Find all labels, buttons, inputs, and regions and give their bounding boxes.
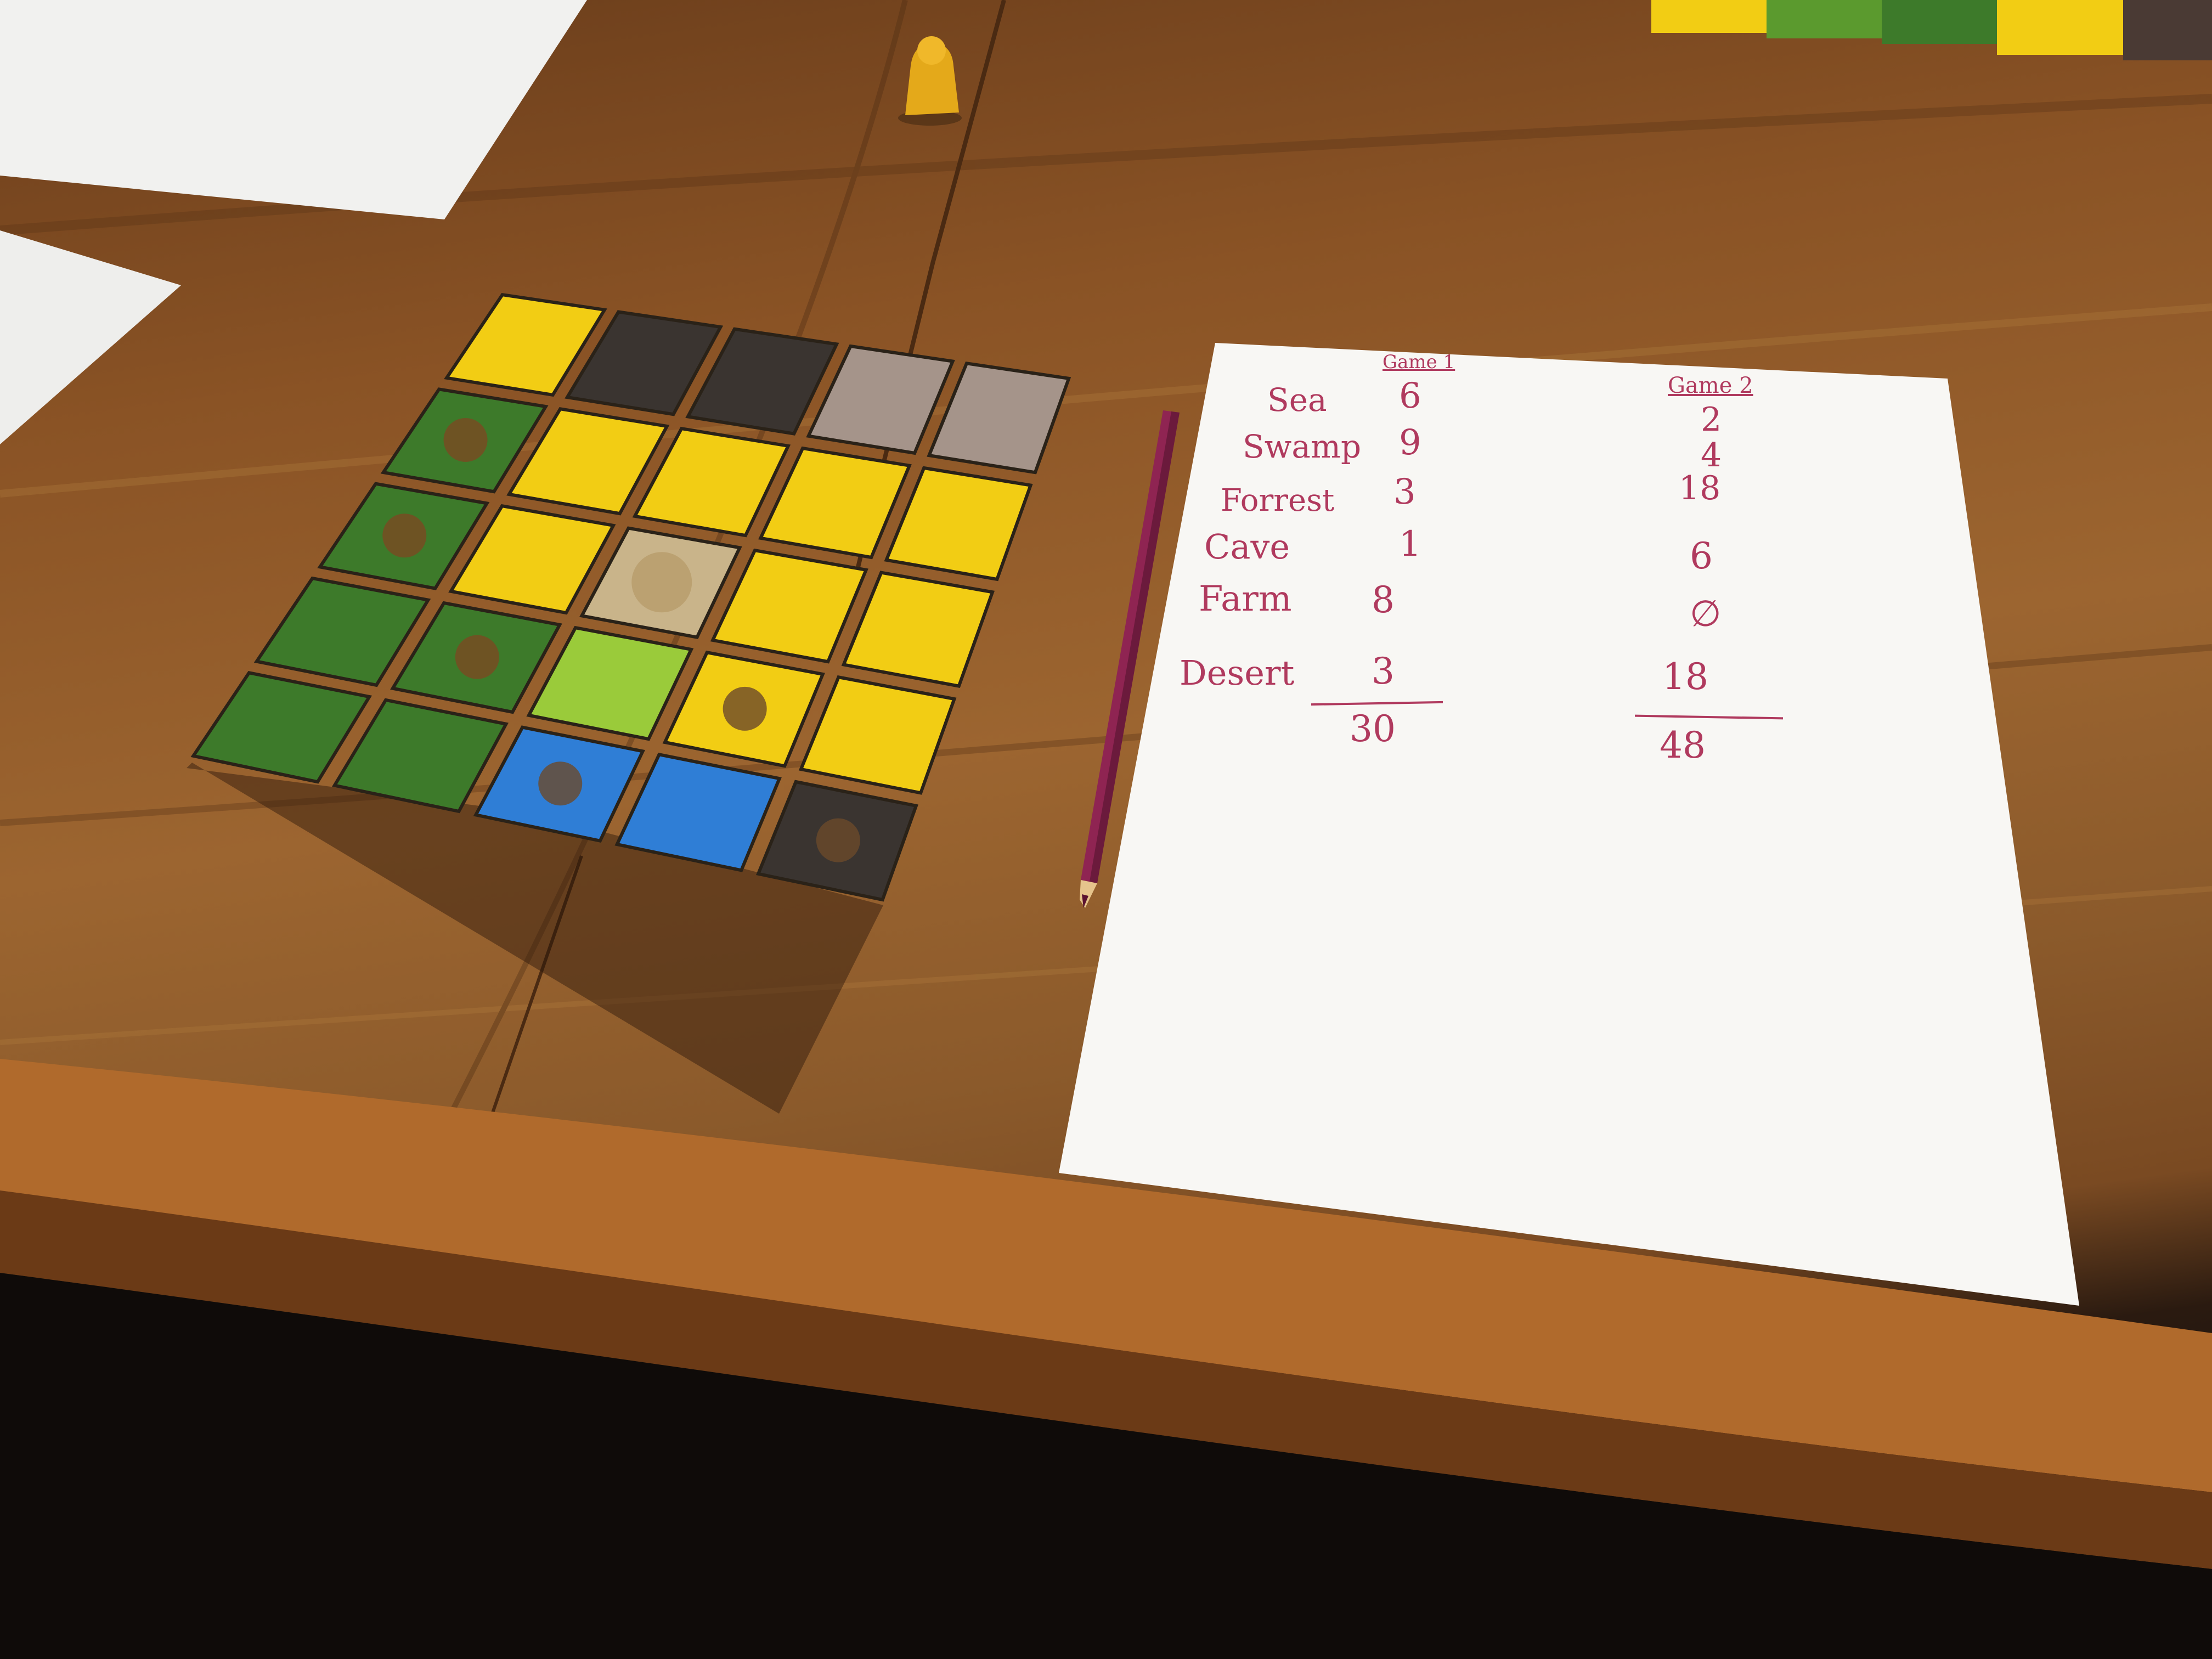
game1-cave-score: 1	[1399, 524, 1421, 565]
tile-feature-forest-house	[443, 417, 488, 462]
photo-scene: Game 1 Game 2 Sea 6 2 Swamp 9 4 Forrest …	[0, 0, 2212, 1659]
game1-header: Game 1	[1383, 351, 1455, 373]
game2-farm-score: ∅	[1690, 592, 1722, 635]
stray-paper	[0, 230, 181, 444]
board-tile-wheat	[841, 571, 995, 689]
tile-feature-sea-ship	[538, 761, 583, 806]
stray-paper	[0, 0, 587, 219]
table-scene-svg	[0, 0, 2212, 1659]
board-tile-wheat	[798, 675, 957, 795]
row-label-forrest: Forrest	[1221, 483, 1335, 518]
game1-forrest-score: 3	[1393, 472, 1416, 512]
game2-desert-score: 18	[1662, 656, 1708, 698]
board-tile-swamp	[806, 344, 955, 455]
score-paper	[1059, 343, 2079, 1306]
board-tile-wheat	[884, 466, 1033, 582]
game1-swamp-score: 9	[1399, 422, 1421, 463]
board-tile-wheat	[758, 446, 912, 560]
row-label-desert: Desert	[1180, 653, 1295, 693]
game2-header: Game 2	[1668, 373, 1753, 398]
row-label-farm: Farm	[1199, 579, 1292, 619]
meeple-piece	[898, 36, 962, 126]
game1-farm-score: 8	[1372, 579, 1395, 621]
tile-feature-cave-rock	[816, 818, 860, 862]
tile-feature-wheat-mill	[723, 686, 767, 731]
board-tile-grass	[526, 625, 694, 741]
game1-sea-score: 6	[1399, 376, 1421, 416]
game2-sea-score: 2	[1701, 400, 1722, 439]
tile-feature-castle	[631, 552, 692, 613]
board-tile-swamp	[927, 361, 1071, 475]
game2-total: 48	[1660, 724, 1706, 766]
row-label-sea: Sea	[1267, 381, 1327, 419]
opponent-tiles	[1651, 0, 2212, 60]
game1-desert-score: 3	[1372, 650, 1395, 692]
game1-total: 30	[1350, 708, 1396, 750]
game2-forrest-score: 18	[1679, 469, 1721, 507]
board-tile-forest	[190, 670, 373, 784]
tile-feature-forest-house	[382, 514, 427, 558]
tile-feature-forest-house	[455, 635, 499, 679]
game2-cave-score: 6	[1690, 535, 1713, 577]
row-label-swamp: Swamp	[1243, 428, 1362, 465]
board-tile-wheat	[710, 548, 868, 664]
row-label-cave: Cave	[1204, 527, 1290, 567]
